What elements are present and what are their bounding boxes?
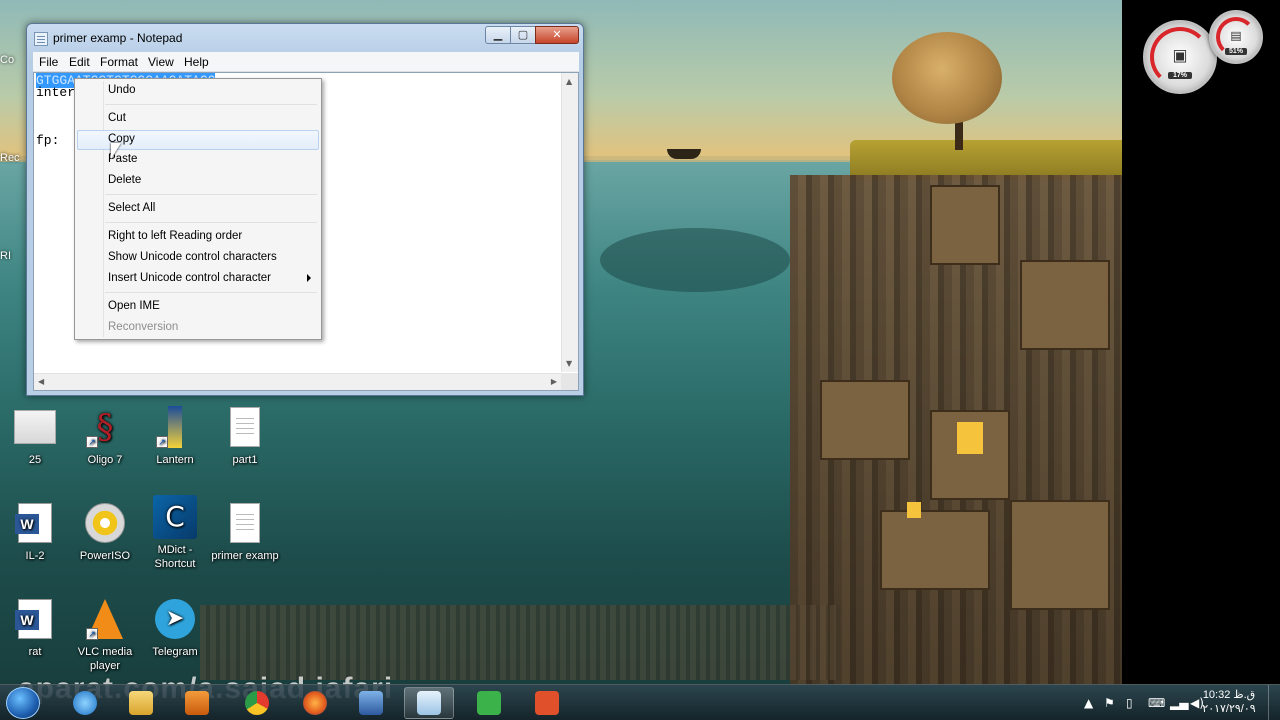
text-file-icon xyxy=(230,503,260,543)
show-hidden-icons-icon[interactable]: ▲ xyxy=(1084,696,1093,710)
desktop-icon-vlc[interactable]: ↗ VLC media player xyxy=(70,596,140,673)
maximize-button[interactable]: ▢ xyxy=(510,26,536,44)
menu-item-reconversion: Reconversion xyxy=(108,321,179,333)
desktop-icon-oligo[interactable]: § ↗ Oligo 7 xyxy=(70,404,140,467)
action-center-icon[interactable]: ⚑ xyxy=(1104,696,1115,710)
menu-item-open-ime[interactable]: Open IME xyxy=(77,297,319,317)
chrome-icon[interactable] xyxy=(232,687,282,719)
desktop-icon-label: part1 xyxy=(232,454,258,466)
internet-explorer-icon[interactable] xyxy=(60,687,110,719)
camtasia-green-icon[interactable] xyxy=(464,687,514,719)
close-button[interactable]: ✕ xyxy=(535,26,579,44)
notepad-app-icon[interactable] xyxy=(34,32,48,46)
context-menu: Undo Cut Copy Paste Delete Select All Ri… xyxy=(74,78,322,340)
desktop-icon-label: IL-2 xyxy=(25,550,45,562)
menu-help[interactable]: Help xyxy=(184,55,209,69)
telegram-icon: ➤ xyxy=(155,599,195,639)
poweriso-icon xyxy=(85,503,125,543)
word-doc-icon: W xyxy=(15,503,52,543)
word-doc-icon: W xyxy=(15,599,52,639)
scroll-left-icon[interactable]: ◀ xyxy=(38,377,44,386)
desktop-icon-25[interactable]: 25 xyxy=(0,404,70,467)
horizontal-scrollbar[interactable]: ◀ ▶ xyxy=(34,373,561,390)
shortcut-arrow-icon: ↗ xyxy=(86,436,98,448)
ram-percent: 51% xyxy=(1225,48,1247,55)
shortcut-arrow-icon: ↗ xyxy=(86,628,98,640)
desktop-icon-label: PowerISO xyxy=(79,550,131,562)
desktop-icon-part1[interactable]: part1 xyxy=(210,404,280,467)
desktop-icon-label: rat xyxy=(28,646,42,658)
desktop-icon-poweriso[interactable]: PowerISO xyxy=(70,500,140,563)
desktop-icon-rat[interactable]: W rat xyxy=(0,596,70,659)
device-icon[interactable]: ▯ xyxy=(1126,696,1133,710)
desktop-icon-label: Lantern xyxy=(156,454,194,466)
mdict-icon: C xyxy=(153,495,197,539)
scroll-down-icon[interactable]: ▼ xyxy=(566,359,572,368)
desktop-icon-label: 25 xyxy=(28,454,42,466)
tree-image xyxy=(892,32,1002,124)
desktop-icon-label: MDict - Shortcut xyxy=(154,544,196,570)
cpu-icon: ▣ xyxy=(1172,45,1188,65)
menu-file[interactable]: File xyxy=(39,55,58,69)
clock-time: 10:32 ق.ظ xyxy=(1202,689,1256,701)
menu-item-undo[interactable]: Undo xyxy=(77,81,319,101)
desktop-icon-il2[interactable]: W IL-2 xyxy=(0,500,70,563)
file-explorer-icon[interactable] xyxy=(116,687,166,719)
ram-gauge: ▤ 51% xyxy=(1209,10,1263,64)
desktop-icon-label: Telegram xyxy=(152,646,198,658)
camtasia-orange-icon[interactable] xyxy=(522,687,572,719)
minimize-button[interactable]: ▁ xyxy=(485,26,511,44)
desktop-icon-mdict[interactable]: C MDict - Shortcut xyxy=(140,494,210,571)
media-player-icon[interactable] xyxy=(172,687,222,719)
text-file-icon xyxy=(230,407,260,447)
desktop-icon-telegram[interactable]: ➤ Telegram xyxy=(140,596,210,659)
network-signal-icon[interactable]: ▂▄ xyxy=(1170,696,1188,710)
shortcut-arrow-icon: ↗ xyxy=(156,436,168,448)
desktop-icon-label: Oligo 7 xyxy=(87,454,123,466)
lantern-icon xyxy=(168,406,182,448)
desktop-icon-lantern[interactable]: ↗ Lantern xyxy=(140,404,210,467)
desktop-icon-primer-examp[interactable]: primer examp xyxy=(210,500,280,563)
keyboard-icon[interactable]: ⌨ xyxy=(1148,696,1165,710)
window-title: primer examp - Notepad xyxy=(53,31,183,45)
desktop-icon-label: primer examp xyxy=(211,550,279,562)
ram-icon: ▤ xyxy=(1230,28,1242,43)
menu-item-select-all[interactable]: Select All xyxy=(77,199,319,219)
notepad-icon[interactable] xyxy=(404,687,454,719)
menu-view[interactable]: View xyxy=(148,55,174,69)
network-app-icon[interactable] xyxy=(346,687,396,719)
menu-item-rtl-reading-order[interactable]: Right to left Reading order xyxy=(77,227,319,247)
vertical-scrollbar[interactable]: ▲ ▼ xyxy=(561,73,578,372)
resize-grip[interactable] xyxy=(561,373,578,390)
start-button[interactable] xyxy=(6,687,40,719)
cpu-percent: 17% xyxy=(1168,72,1192,79)
menu-item-show-unicode[interactable]: Show Unicode control characters xyxy=(77,248,319,268)
system-clock[interactable]: 10:32 ق.ظ ۲۰۱۷/۲۹/۰۹ xyxy=(1196,688,1262,716)
menu-format[interactable]: Format xyxy=(100,55,138,69)
window-titlebar[interactable]: primer examp - Notepad ▁ ▢ ✕ xyxy=(27,24,583,52)
thumbnail-icon xyxy=(14,410,56,444)
mouse-cursor-icon xyxy=(111,143,121,159)
cpu-meter-gadget[interactable]: ▣ 17% ▤ 51% xyxy=(1143,10,1263,100)
menu-item-delete[interactable]: Delete xyxy=(77,171,319,191)
scroll-right-icon[interactable]: ▶ xyxy=(551,377,557,386)
submenu-arrow-icon xyxy=(307,274,311,282)
menu-bar: File Edit Format View Help xyxy=(33,52,579,72)
menu-item-cut[interactable]: Cut xyxy=(77,109,319,129)
desktop-icon-label: VLC media player xyxy=(77,646,133,672)
menu-edit[interactable]: Edit xyxy=(69,55,90,69)
cpu-gauge: ▣ 17% xyxy=(1143,20,1217,94)
menu-item-insert-unicode[interactable]: Insert Unicode control character xyxy=(77,269,319,289)
taskbar: ▲ ⚑ ▯ ⌨ ▂▄ ◀) 10:32 ق.ظ ۲۰۱۷/۲۹/۰۹ xyxy=(0,684,1280,720)
clock-date: ۲۰۱۷/۲۹/۰۹ xyxy=(1202,703,1256,715)
scroll-up-icon[interactable]: ▲ xyxy=(566,77,572,86)
show-desktop-button[interactable] xyxy=(1268,685,1280,720)
firefox-icon[interactable] xyxy=(290,687,340,719)
boat-image xyxy=(667,149,701,159)
